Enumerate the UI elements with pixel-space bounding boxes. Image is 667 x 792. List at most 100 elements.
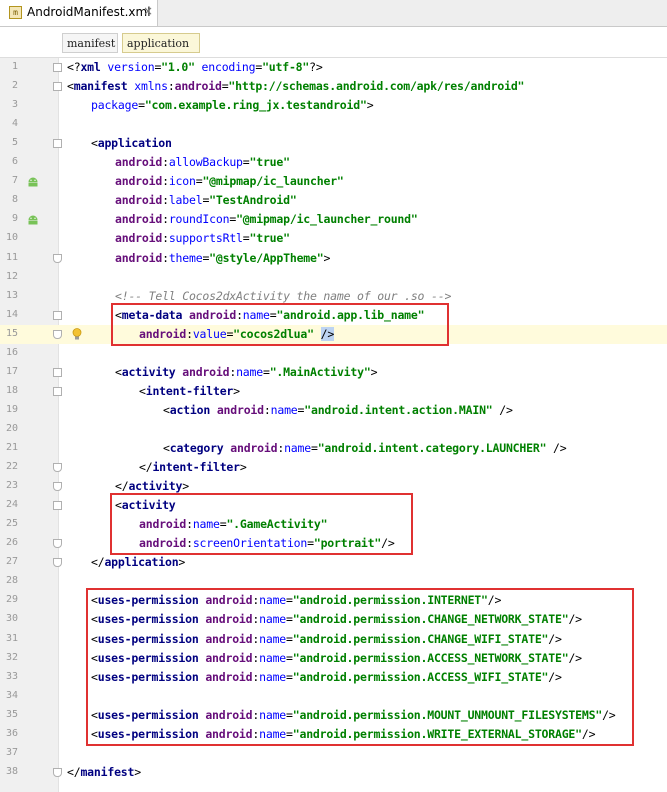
code-line[interactable]: 20 <box>0 420 667 439</box>
code-line[interactable]: 8 android:label="TestAndroid" <box>0 191 667 210</box>
code-line[interactable]: 3 package="com.example.ring_jx.testandroi… <box>0 96 667 115</box>
code-line[interactable]: 9 android:roundIcon="@mipmap/ic_launcher_… <box>0 210 667 229</box>
code-line[interactable]: 1 <?xml version="1.0" encoding="utf-8"?> <box>0 58 667 77</box>
token-punctuation: : <box>167 79 175 94</box>
line-number: 6 <box>11 156 18 168</box>
token-attribute: theme <box>168 250 203 265</box>
code-text: <action android:name="android.intent.act… <box>163 403 513 417</box>
token-punctuation: < <box>67 79 74 94</box>
line-number: 16 <box>5 346 18 358</box>
lightbulb-icon[interactable] <box>72 327 82 341</box>
token-tag: manifest <box>73 79 135 94</box>
code-line[interactable]: 17 <activity android:name=".MainActivity"… <box>0 363 667 382</box>
token-attribute: name <box>236 364 263 379</box>
token-punctuation: > <box>370 364 378 379</box>
fold-start-icon[interactable] <box>53 82 62 92</box>
token-string: "true" <box>249 155 291 170</box>
code-line[interactable]: 10 android:supportsRtl="true" <box>0 229 667 248</box>
token-punctuation: < <box>163 441 170 455</box>
token-tag: action <box>169 402 217 417</box>
token-punctuation: > <box>323 250 331 265</box>
fold-start-icon[interactable] <box>53 63 62 72</box>
code-line[interactable]: 37 <box>0 744 667 763</box>
token-namespace: android <box>230 441 278 455</box>
token-punctuation: ?> <box>309 60 323 74</box>
token-punctuation: </ <box>115 479 129 494</box>
code-line[interactable]: 38 </manifest> <box>0 763 667 782</box>
code-line[interactable]: 5 <application <box>0 134 667 153</box>
breadcrumb-application[interactable]: application <box>122 33 200 53</box>
line-number: 21 <box>5 442 18 453</box>
tab-label: AndroidManifest.xml <box>27 5 151 19</box>
code-line[interactable]: 11 android:theme="@style/AppTheme"> <box>0 249 667 268</box>
token-punctuation: : <box>162 212 169 227</box>
code-line[interactable]: 21 <category android:name="android.intent… <box>0 439 667 458</box>
code-line[interactable]: 16 <box>0 344 667 363</box>
line-number: 32 <box>5 651 18 663</box>
code-line[interactable]: 12 <box>0 268 667 287</box>
fold-start-icon[interactable] <box>53 310 62 320</box>
code-line[interactable]: 18 <intent-filter> <box>0 382 667 401</box>
breadcrumb-manifest[interactable]: manifest <box>62 33 118 53</box>
token-punctuation: : <box>162 155 169 170</box>
fold-end-icon[interactable] <box>53 463 62 473</box>
code-text: <category android:name="android.intent.c… <box>163 441 567 455</box>
line-number: 31 <box>5 632 18 644</box>
line-number: 35 <box>5 708 18 720</box>
code-text: <manifest xmlns:android="http://schemas.… <box>67 79 524 93</box>
token-namespace: android <box>115 155 163 170</box>
fold-end-icon[interactable] <box>53 329 62 339</box>
line-number: 11 <box>5 251 18 263</box>
token-attribute: supportsRtl <box>168 231 243 246</box>
token-namespace: android <box>216 402 264 417</box>
line-number: 10 <box>5 232 18 244</box>
code-line[interactable]: 4 <box>0 115 667 134</box>
code-line[interactable]: 2 <manifest xmlns:android="http://schemas… <box>0 77 667 96</box>
android-icon <box>28 177 38 187</box>
fold-start-icon[interactable] <box>53 386 62 396</box>
token-tag: category <box>169 441 231 455</box>
tab-androidmanifest[interactable]: m AndroidManifest.xml × <box>0 0 158 26</box>
code-line[interactable]: 22 </intent-filter> <box>0 458 667 477</box>
token-string: "android.intent.action.MAIN" <box>304 402 493 417</box>
token-punctuation: > <box>182 479 189 494</box>
token-attribute: name <box>284 441 311 455</box>
token-attribute: encoding <box>201 60 256 74</box>
code-text: android:icon="@mipmap/ic_launcher" <box>115 174 344 188</box>
token-namespace: android <box>115 231 163 246</box>
token-string: "1.0" <box>161 60 195 74</box>
token-punctuation: > <box>233 383 240 398</box>
line-number: 23 <box>5 480 18 492</box>
fold-start-icon[interactable] <box>53 367 62 377</box>
token-attribute: xmlns <box>134 79 168 94</box>
line-number: 27 <box>5 556 18 568</box>
fold-start-icon[interactable] <box>53 139 62 149</box>
line-number: 26 <box>5 537 18 549</box>
fold-start-icon[interactable] <box>53 501 62 511</box>
token-namespace: android <box>115 174 163 189</box>
fold-end-icon[interactable] <box>53 482 62 492</box>
code-line[interactable]: 19 <action android:name="android.intent.a… <box>0 401 667 420</box>
close-icon[interactable]: × <box>143 4 153 18</box>
line-number: 19 <box>5 403 18 415</box>
token-punctuation <box>195 60 202 74</box>
token-tag: application <box>97 136 172 151</box>
code-line[interactable]: 27 </application> <box>0 553 667 572</box>
code-line[interactable]: 6 android:allowBackup="true" <box>0 153 667 172</box>
token-punctuation: = <box>242 155 250 170</box>
code-line[interactable]: 7 android:icon="@mipmap/ic_launcher" <box>0 172 667 191</box>
fold-end-icon[interactable] <box>53 253 62 263</box>
line-number: 22 <box>5 461 18 473</box>
line-number: 12 <box>5 270 18 282</box>
token-punctuation: = <box>310 441 318 455</box>
fold-end-icon[interactable] <box>53 539 62 549</box>
token-punctuation: > <box>239 460 247 475</box>
fold-end-icon[interactable] <box>53 767 62 777</box>
line-number: 30 <box>5 613 18 625</box>
line-number: 38 <box>5 765 18 777</box>
token-tag: manifest <box>80 764 135 779</box>
game-activity-box <box>110 493 413 556</box>
token-punctuation: = <box>262 364 270 379</box>
android-icon <box>28 215 38 225</box>
fold-end-icon[interactable] <box>53 558 62 568</box>
